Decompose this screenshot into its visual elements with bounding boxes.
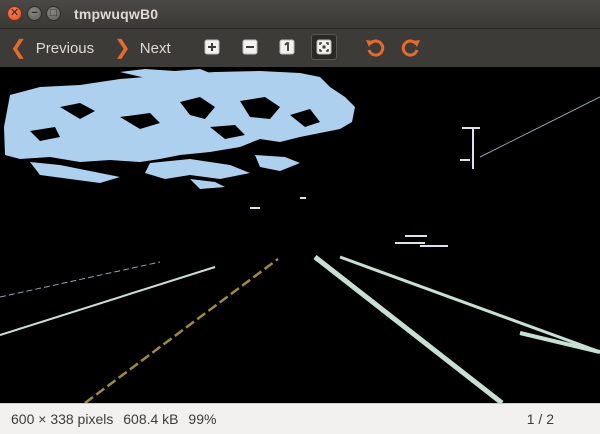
original-size-icon bbox=[279, 39, 295, 55]
close-icon: ✕ bbox=[9, 7, 20, 19]
rotate-left-button[interactable] bbox=[362, 34, 388, 60]
zoom-level: 99% bbox=[188, 411, 217, 427]
rotate-left-icon bbox=[366, 39, 385, 57]
window-title: tmpwuqwB0 bbox=[74, 6, 159, 22]
minimize-button[interactable]: − bbox=[27, 6, 42, 21]
maximize-icon: □ bbox=[50, 7, 57, 19]
image-position: 1 / 2 bbox=[526, 411, 554, 427]
status-bar: 600 × 338 pixels 608.4 kB 99% 1 / 2 bbox=[0, 403, 600, 434]
previous-button[interactable]: ❮ Previous bbox=[10, 36, 94, 60]
displayed-image bbox=[0, 67, 600, 403]
file-size: 608.4 kB bbox=[123, 411, 179, 427]
original-size-button[interactable] bbox=[274, 34, 300, 60]
image-viewport[interactable] bbox=[0, 67, 600, 403]
title-bar[interactable]: ✕ − □ tmpwuqwB0 bbox=[0, 0, 600, 29]
best-fit-icon bbox=[316, 39, 332, 55]
minimize-icon: − bbox=[31, 7, 38, 19]
chevron-right-icon: ❯ bbox=[114, 37, 131, 59]
chevron-left-icon: ❮ bbox=[10, 37, 27, 59]
maximize-button[interactable]: □ bbox=[46, 6, 61, 21]
toolbar: ❮ Previous ❯ Next bbox=[0, 29, 600, 67]
status-left: 600 × 338 pixels 608.4 kB 99% bbox=[11, 411, 222, 427]
next-label: Next bbox=[139, 39, 171, 57]
zoom-in-button[interactable] bbox=[199, 34, 225, 60]
image-dimensions: 600 × 338 pixels bbox=[11, 411, 114, 427]
close-button[interactable]: ✕ bbox=[7, 6, 22, 21]
best-fit-button[interactable] bbox=[311, 34, 337, 60]
image-viewer-window: ✕ − □ tmpwuqwB0 ❮ Previous ❯ Next 600 × … bbox=[0, 0, 600, 434]
rotate-right-button[interactable] bbox=[398, 34, 424, 60]
zoom-out-button[interactable] bbox=[237, 34, 263, 60]
zoom-out-icon bbox=[242, 39, 258, 55]
next-button[interactable]: ❯ Next bbox=[114, 36, 171, 60]
zoom-in-icon bbox=[204, 39, 220, 55]
rotate-right-icon bbox=[401, 39, 420, 57]
previous-label: Previous bbox=[35, 39, 95, 57]
